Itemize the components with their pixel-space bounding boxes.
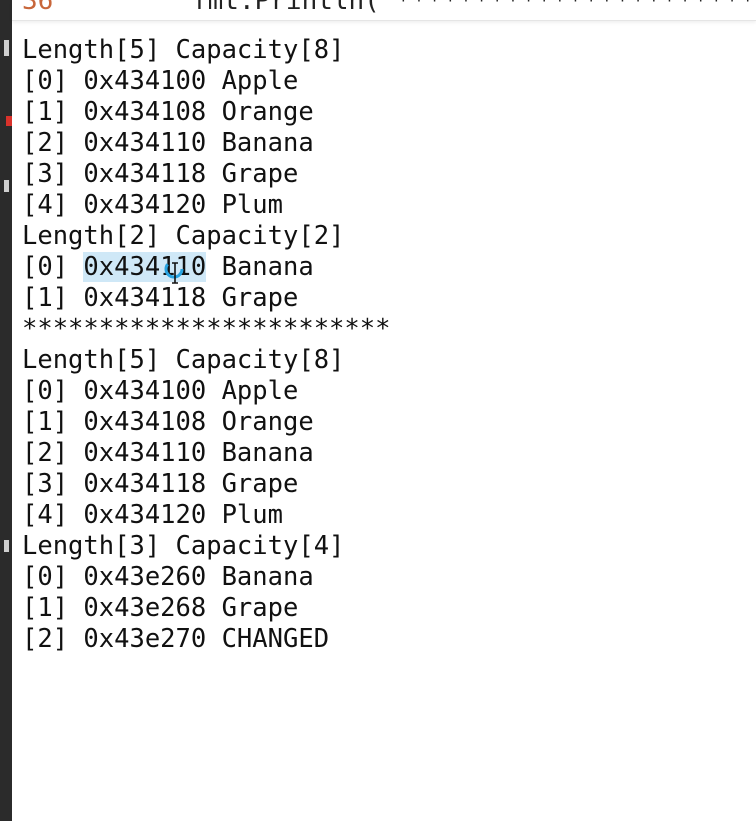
console-line: [0] 0x434100 Apple (22, 376, 299, 406)
console-line: [2] 0x43e270 CHANGED (22, 624, 330, 654)
console-line: [0] 0x434110 Banana (22, 252, 742, 283)
gutter-mark (4, 40, 9, 56)
code-line: fmt.Println("*********************** (192, 0, 756, 16)
console-output[interactable]: Length[5] Capacity[8] [0] 0x434100 Apple[… (22, 35, 742, 655)
line-index: [0] (22, 252, 84, 282)
window-left-edge (0, 0, 12, 821)
console-line: Length[5] Capacity[8] (22, 35, 345, 65)
console-line: Length[2] Capacity[2] (22, 221, 345, 251)
selected-address[interactable]: 0x434110 (83, 252, 207, 282)
console-line: [1] 0x434118 Grape (22, 283, 299, 313)
gutter-mark (4, 540, 9, 552)
console-line: [0] 0x43e260 Banana (22, 562, 314, 592)
gutter-mark (4, 180, 9, 192)
console-line: [1] 0x434108 Orange (22, 407, 314, 437)
console-line: [2] 0x434110 Banana (22, 438, 314, 468)
error-marker (6, 116, 12, 126)
console-line: [0] 0x434100 Apple (22, 66, 299, 96)
line-value: Banana (206, 252, 314, 282)
console-line: [2] 0x434110 Banana (22, 128, 314, 158)
line-number: 36 (22, 0, 54, 16)
console-line: ************************ (22, 314, 391, 344)
console-line: [4] 0x434120 Plum (22, 500, 283, 530)
console-line: [4] 0x434120 Plum (22, 190, 283, 220)
console-line: [1] 0x434108 Orange (22, 97, 314, 127)
console-line: Length[5] Capacity[8] (22, 345, 345, 375)
console-line: [1] 0x43e268 Grape (22, 593, 299, 623)
console-line: [3] 0x434118 Grape (22, 469, 299, 499)
terminal-window: 36 fmt.Println("*********************** … (0, 0, 756, 821)
editor-pane-peek[interactable]: 36 fmt.Println("*********************** (12, 0, 756, 21)
console-line: Length[3] Capacity[4] (22, 531, 345, 561)
console-line: [3] 0x434118 Grape (22, 159, 299, 189)
